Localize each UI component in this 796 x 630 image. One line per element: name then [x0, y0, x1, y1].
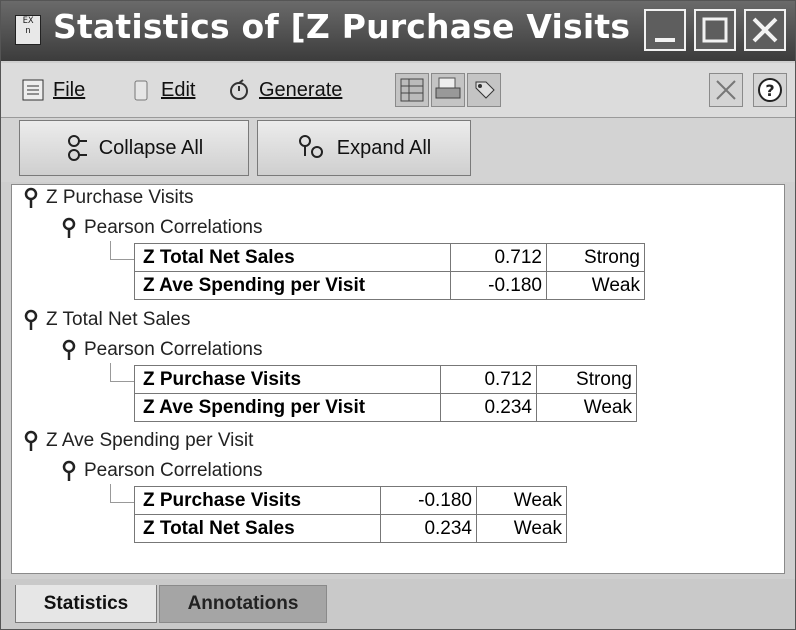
help-icon: ? — [758, 78, 782, 102]
close-button[interactable] — [744, 9, 786, 51]
table-cell-name: Z Purchase Visits — [134, 365, 441, 394]
tree-pin-icon — [22, 430, 40, 452]
table-cell-strength: Strong — [536, 365, 637, 394]
table-cell-value: 0.234 — [380, 514, 477, 543]
tree-group-label: Pearson Correlations — [84, 339, 263, 360]
app-icon: EX n — [15, 15, 41, 45]
menu-file-label: File — [53, 78, 86, 101]
statistics-window: EX n Statistics of [Z Purchase Visits ...… — [0, 0, 796, 630]
table-cell-value: 0.712 — [450, 243, 547, 272]
close-icon — [752, 17, 778, 43]
table-row: Z Total Net Sales 0.234 Weak — [134, 514, 567, 543]
table-cell-value: 0.712 — [440, 365, 537, 394]
menu-generate-label: Generate — [259, 78, 343, 101]
help-button[interactable]: ? — [753, 73, 787, 107]
tree-node-group[interactable]: Pearson Correlations — [60, 217, 262, 239]
tab-bar: Statistics Annotations — [1, 579, 795, 629]
expand-icon — [298, 135, 323, 158]
table-cell-name: Z Ave Spending per Visit — [134, 393, 441, 422]
maximize-button[interactable] — [694, 9, 736, 51]
table-cell-name: Z Total Net Sales — [134, 514, 381, 543]
tree-node-field[interactable]: Z Total Net Sales — [22, 309, 190, 331]
maximize-icon — [702, 17, 728, 43]
tree-node-group[interactable]: Pearson Correlations — [60, 339, 262, 361]
table-row: Z Ave Spending per Visit -0.180 Weak — [134, 271, 645, 300]
print-button[interactable] — [431, 73, 465, 107]
collapse-all-label: Collapse All — [98, 136, 204, 159]
menu-file[interactable]: File — [21, 77, 85, 103]
tree-group-label: Pearson Correlations — [84, 217, 263, 238]
tree-node-field[interactable]: Z Purchase Visits — [22, 187, 193, 209]
expand-all-label: Expand All — [336, 136, 432, 159]
print-icon — [435, 77, 461, 99]
table-cell-name: Z Total Net Sales — [134, 243, 451, 272]
tree-connector — [110, 484, 135, 503]
table-cell-value: -0.180 — [450, 271, 547, 300]
tree-node-label: Z Purchase Visits — [46, 187, 194, 208]
tree-connector — [110, 241, 135, 260]
table-cell-value: 0.234 — [440, 393, 537, 422]
minimize-button[interactable] — [644, 9, 686, 51]
tree-pin-icon — [22, 187, 40, 209]
table-row: Z Purchase Visits -0.180 Weak — [134, 486, 567, 515]
table-cell-strength: Weak — [536, 393, 637, 422]
table-cell-strength: Weak — [476, 486, 567, 515]
button-bar: Collapse All Expand All — [1, 118, 795, 182]
table-output-icon — [400, 78, 424, 102]
tree-connector — [110, 363, 135, 382]
menu-edit-label: Edit — [161, 78, 196, 101]
svg-text:?: ? — [765, 81, 774, 100]
tree-pin-icon — [22, 309, 40, 331]
correlation-table: Z Total Net Sales 0.712 Strong Z Ave Spe… — [134, 243, 645, 300]
correlation-table: Z Purchase Visits -0.180 Weak Z Total Ne… — [134, 486, 567, 543]
statistics-tree[interactable]: Z Purchase Visits Pearson Correlations Z… — [11, 184, 785, 574]
delete-button[interactable] — [709, 73, 743, 107]
table-cell-name: Z Ave Spending per Visit — [134, 271, 451, 300]
edit-icon — [129, 78, 153, 102]
tree-pin-icon — [60, 217, 78, 239]
tree-node-group[interactable]: Pearson Correlations — [60, 460, 262, 482]
table-cell-strength: Weak — [476, 514, 567, 543]
title-bar[interactable]: EX n Statistics of [Z Purchase Visits ... — [1, 1, 795, 61]
menu-edit[interactable]: Edit — [129, 77, 195, 103]
expand-all-button[interactable]: Expand All — [257, 120, 471, 176]
tree-group-label: Pearson Correlations — [84, 460, 263, 481]
tag-icon — [475, 81, 495, 99]
tree-pin-icon — [60, 460, 78, 482]
tab-statistics[interactable]: Statistics — [15, 585, 157, 623]
x-icon — [716, 80, 736, 100]
correlation-table: Z Purchase Visits 0.712 Strong Z Ave Spe… — [134, 365, 637, 422]
table-cell-name: Z Purchase Visits — [134, 486, 381, 515]
table-row: Z Purchase Visits 0.712 Strong — [134, 365, 637, 394]
file-icon — [21, 78, 45, 102]
tag-button[interactable] — [467, 73, 501, 107]
collapse-icon — [67, 135, 87, 161]
tree-node-label: Z Ave Spending per Visit — [46, 430, 254, 451]
table-cell-value: -0.180 — [380, 486, 477, 515]
menu-generate[interactable]: Generate — [227, 77, 342, 103]
window-title: Statistics of [Z Purchase Visits ... — [53, 7, 681, 46]
collapse-all-button[interactable]: Collapse All — [19, 120, 249, 176]
tab-annotations[interactable]: Annotations — [159, 585, 327, 623]
tree-node-field[interactable]: Z Ave Spending per Visit — [22, 430, 253, 452]
table-row: Z Ave Spending per Visit 0.234 Weak — [134, 393, 637, 422]
output-button[interactable] — [395, 73, 429, 107]
table-cell-strength: Weak — [546, 271, 645, 300]
tree-pin-icon — [60, 339, 78, 361]
table-cell-strength: Strong — [546, 243, 645, 272]
menu-toolbar: File Edit Generate ? — [1, 63, 795, 118]
tree-node-label: Z Total Net Sales — [46, 309, 191, 330]
minimize-icon — [655, 38, 675, 42]
table-row: Z Total Net Sales 0.712 Strong — [134, 243, 645, 272]
generate-icon — [227, 78, 251, 102]
